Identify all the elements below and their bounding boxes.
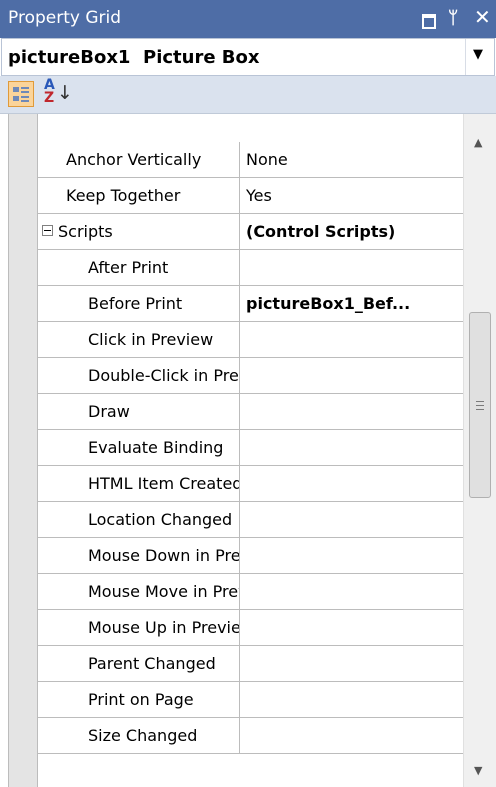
restore-icon[interactable]	[422, 14, 436, 29]
selected-object-label: pictureBox1 Picture Box	[8, 47, 260, 68]
scroll-up-icon[interactable]: ▲	[474, 136, 482, 149]
property-row[interactable]: Anchor Vertically None	[38, 142, 463, 178]
panel-titlebar: Property Grid ᛘ ✕	[0, 0, 496, 38]
property-value[interactable]: pictureBox1_Bef...	[240, 286, 463, 321]
vertical-scrollbar[interactable]: ▲ ▼	[463, 114, 496, 787]
property-name: Location Changed	[38, 502, 240, 537]
property-name: Size Changed	[38, 718, 240, 753]
pin-icon[interactable]: ᛘ	[448, 8, 458, 28]
property-value[interactable]	[240, 394, 463, 429]
property-name: Anchor Vertically	[38, 142, 240, 177]
alphabetical-view-button[interactable]: A Z ↓	[44, 77, 73, 108]
property-row[interactable]: Mouse Up in Preview	[38, 610, 463, 646]
property-value[interactable]	[240, 574, 463, 609]
property-row[interactable]: Draw	[38, 394, 463, 430]
chevron-down-icon: ▼	[473, 47, 483, 62]
property-name: Double-Click in Preview	[38, 358, 240, 393]
grip-icon	[476, 401, 484, 410]
property-value[interactable]	[240, 610, 463, 645]
property-row[interactable]: Parent Changed	[38, 646, 463, 682]
property-value[interactable]	[240, 682, 463, 717]
property-row[interactable]: After Print	[38, 250, 463, 286]
property-name: After Print	[38, 250, 240, 285]
property-value[interactable]	[240, 322, 463, 357]
property-name: Draw	[38, 394, 240, 429]
grid-toolbar: A Z ↓	[0, 76, 496, 114]
property-row[interactable]: Evaluate Binding	[38, 430, 463, 466]
property-name: HTML Item Created	[38, 466, 240, 501]
property-row[interactable]: Location Changed	[38, 502, 463, 538]
property-value[interactable]: Yes	[240, 178, 463, 213]
property-name: Mouse Down in Preview	[38, 538, 240, 573]
property-name: Click in Preview	[38, 322, 240, 357]
property-name: Scripts	[38, 214, 240, 249]
property-row[interactable]: Mouse Down in Preview	[38, 538, 463, 574]
close-icon[interactable]: ✕	[474, 6, 491, 28]
property-row[interactable]: Size Changed	[38, 718, 463, 754]
property-row[interactable]: Print on Page	[38, 682, 463, 718]
object-selector[interactable]: pictureBox1 Picture Box ▼	[1, 38, 495, 76]
property-value[interactable]	[240, 502, 463, 537]
panel-title: Property Grid	[8, 8, 122, 28]
property-name: Keep Together	[38, 178, 240, 213]
grid-left-margin	[8, 114, 38, 787]
property-value[interactable]	[240, 466, 463, 501]
property-name: Print on Page	[38, 682, 240, 717]
scroll-down-icon[interactable]: ▼	[474, 764, 482, 777]
property-row[interactable]: Keep Together Yes	[38, 178, 463, 214]
property-value[interactable]	[240, 430, 463, 465]
category-row[interactable]: Scripts (Control Scripts)	[38, 214, 463, 250]
property-row[interactable]: Mouse Move in Preview	[38, 574, 463, 610]
property-row[interactable]: Click in Preview	[38, 322, 463, 358]
property-grid: Anchor Vertically None Keep Together Yes Scr…	[0, 114, 496, 787]
property-name: Mouse Up in Preview	[38, 610, 240, 645]
property-value[interactable]	[240, 646, 463, 681]
object-name: pictureBox1	[8, 47, 131, 68]
property-row[interactable]: Double-Click in Preview	[38, 358, 463, 394]
property-name: Mouse Move in Preview	[38, 574, 240, 609]
property-row[interactable]: Before Print pictureBox1_Bef...	[38, 286, 463, 322]
scrollbar-thumb[interactable]	[469, 312, 491, 498]
property-name: Before Print	[38, 286, 240, 321]
property-value[interactable]: (Control Scripts)	[240, 214, 463, 249]
property-value[interactable]: None	[240, 142, 463, 177]
property-value[interactable]	[240, 250, 463, 285]
property-value[interactable]	[240, 358, 463, 393]
categorized-view-button[interactable]	[8, 81, 34, 107]
property-row[interactable]: HTML Item Created	[38, 466, 463, 502]
property-grid-panel: Property Grid ᛘ ✕ pictureBox1 Picture Bo…	[0, 0, 496, 787]
property-value[interactable]	[240, 718, 463, 753]
property-name: Parent Changed	[38, 646, 240, 681]
object-selector-dropdown[interactable]: ▼	[465, 39, 494, 75]
property-value[interactable]	[240, 538, 463, 573]
object-type: Picture Box	[143, 47, 260, 68]
property-name: Evaluate Binding	[38, 430, 240, 465]
